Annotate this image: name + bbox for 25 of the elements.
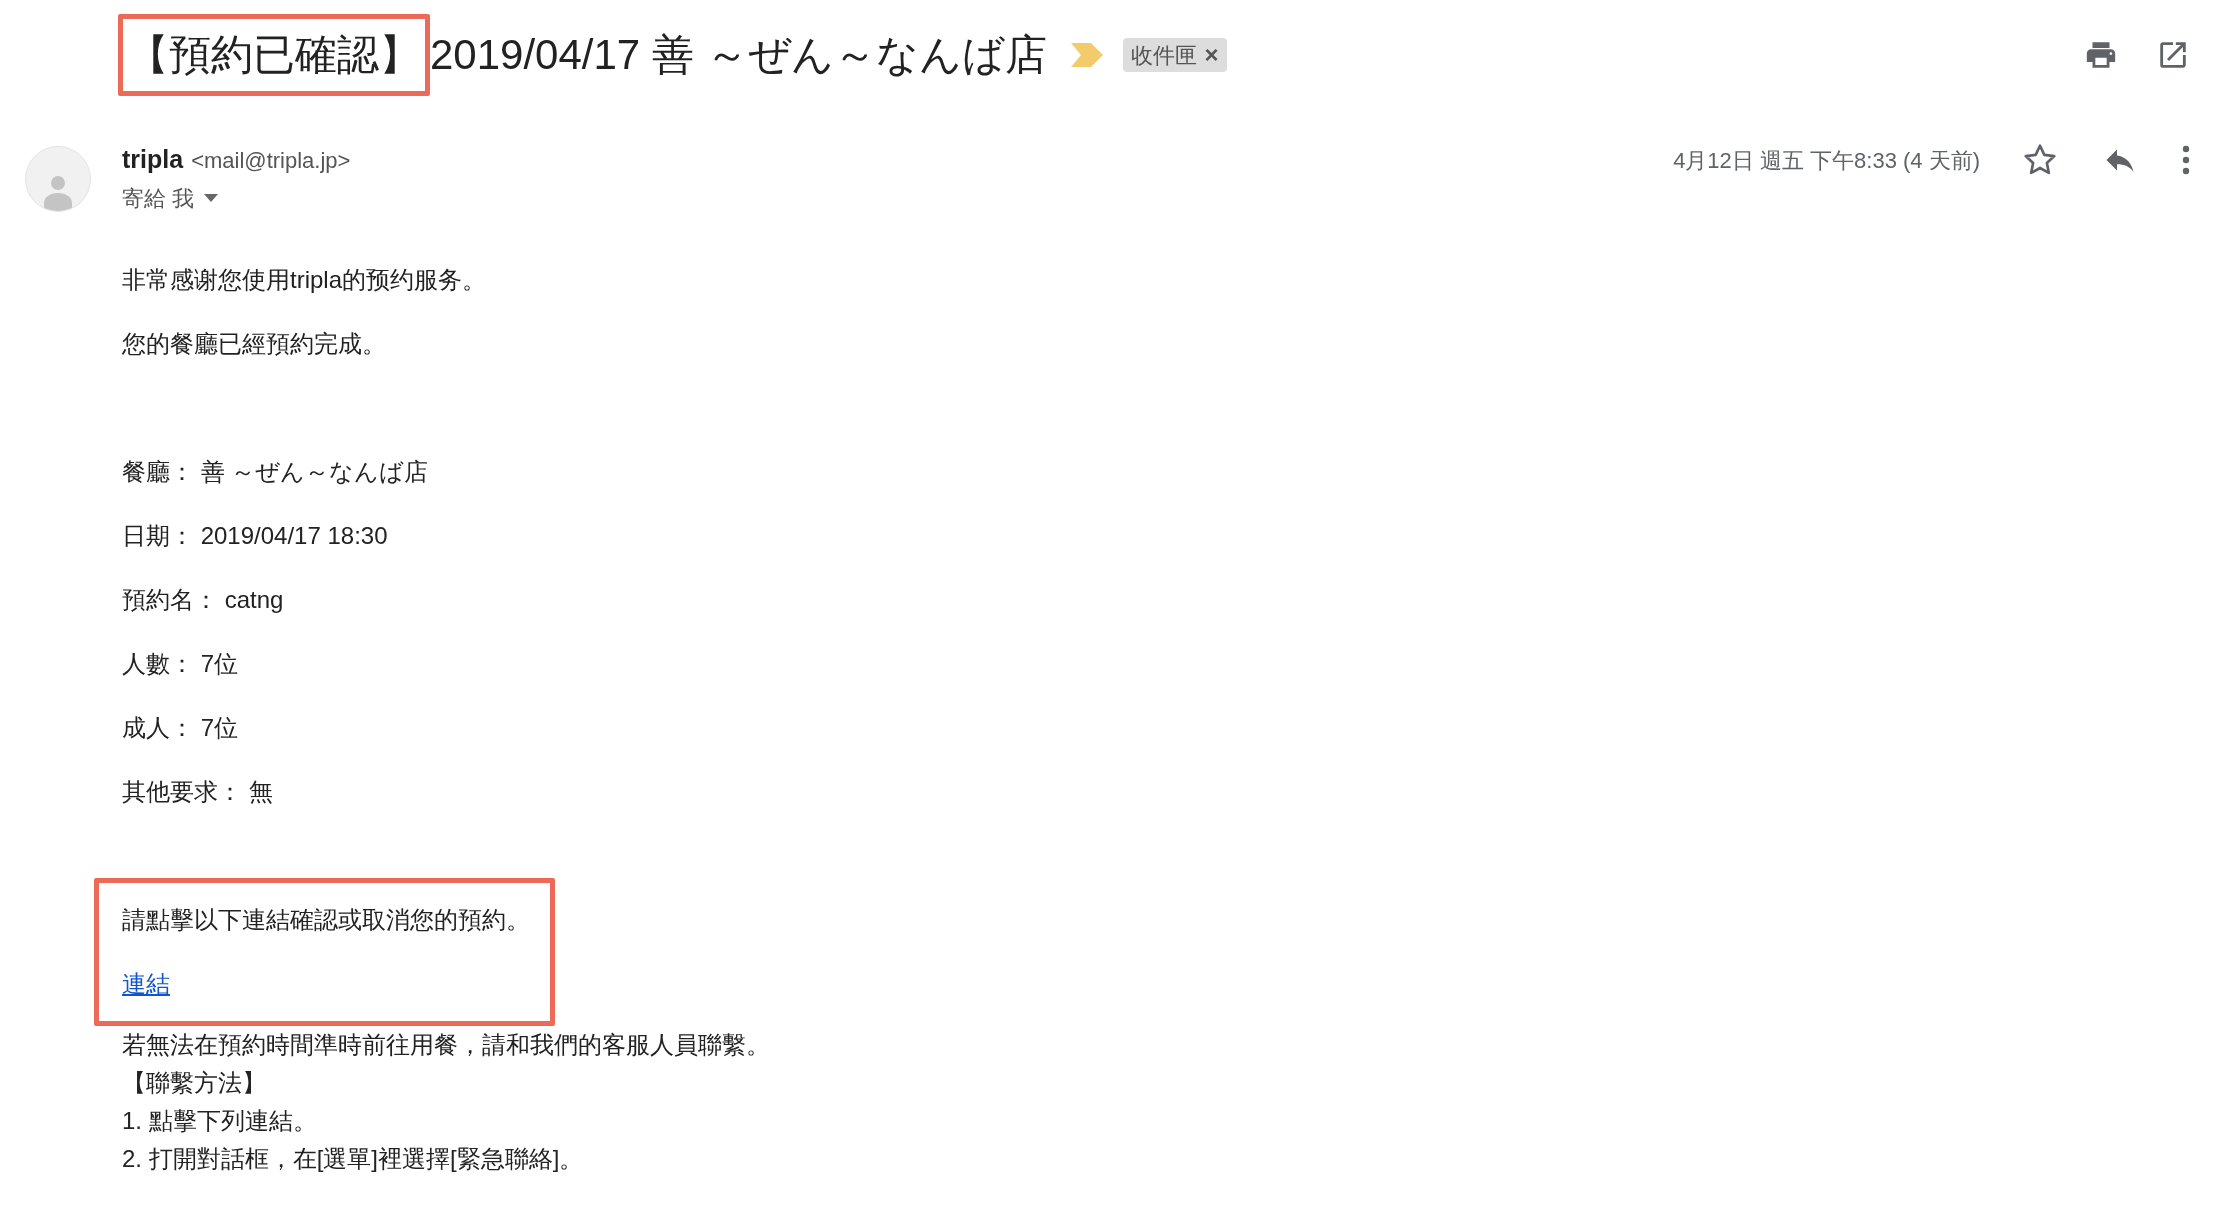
body-text: 請點擊以下連結確認或取消您的預約。 — [122, 905, 530, 935]
body-text: 餐廳： 善 ～ぜん～なんば店 — [122, 457, 429, 487]
body-text: 其他要求： 無 — [122, 777, 274, 807]
sender-email: <mail@tripla.jp> — [191, 146, 351, 175]
body-text: 1. 點擊下列連結。 — [122, 1106, 318, 1136]
body-text: 【聯繫方法】 — [122, 1068, 267, 1098]
body-text: 人數： 7位 — [122, 649, 239, 679]
importance-marker-icon[interactable] — [1070, 43, 1103, 67]
more-options-icon[interactable] — [2182, 145, 2190, 175]
subject-title: 2019/04/17 善 ～ぜん～なんば店 — [430, 30, 1047, 80]
body-text: 日期： 2019/04/17 18:30 — [122, 521, 389, 551]
email-date: 4月12日 週五 下午8:33 (4 天前) — [1673, 146, 1980, 175]
body-text: 您的餐廳已經預約完成。 — [122, 329, 387, 359]
body-text: 若無法在預約時間準時前往用餐，請和我們的客服人員聯繫。 — [122, 1030, 770, 1060]
body-text: 2. 打開對話框，在[選單]裡選擇[緊急聯絡]。 — [122, 1144, 585, 1174]
recipient-dropdown[interactable]: 寄給 我 — [122, 180, 219, 216]
body-text: 成人： 7位 — [122, 713, 239, 743]
body-text: 非常感谢您使用tripla的预约服务。 — [122, 265, 487, 295]
remove-label-button[interactable]: × — [1204, 43, 1219, 67]
dropdown-caret-icon — [204, 194, 219, 202]
label-text: 收件匣 — [1130, 41, 1197, 70]
subject-title: 【預約已確認】 — [118, 14, 430, 96]
link[interactable]: 連結 — [122, 952, 170, 1016]
sender-name: tripla — [122, 144, 184, 176]
body-text: 預約名： catng — [122, 585, 285, 615]
